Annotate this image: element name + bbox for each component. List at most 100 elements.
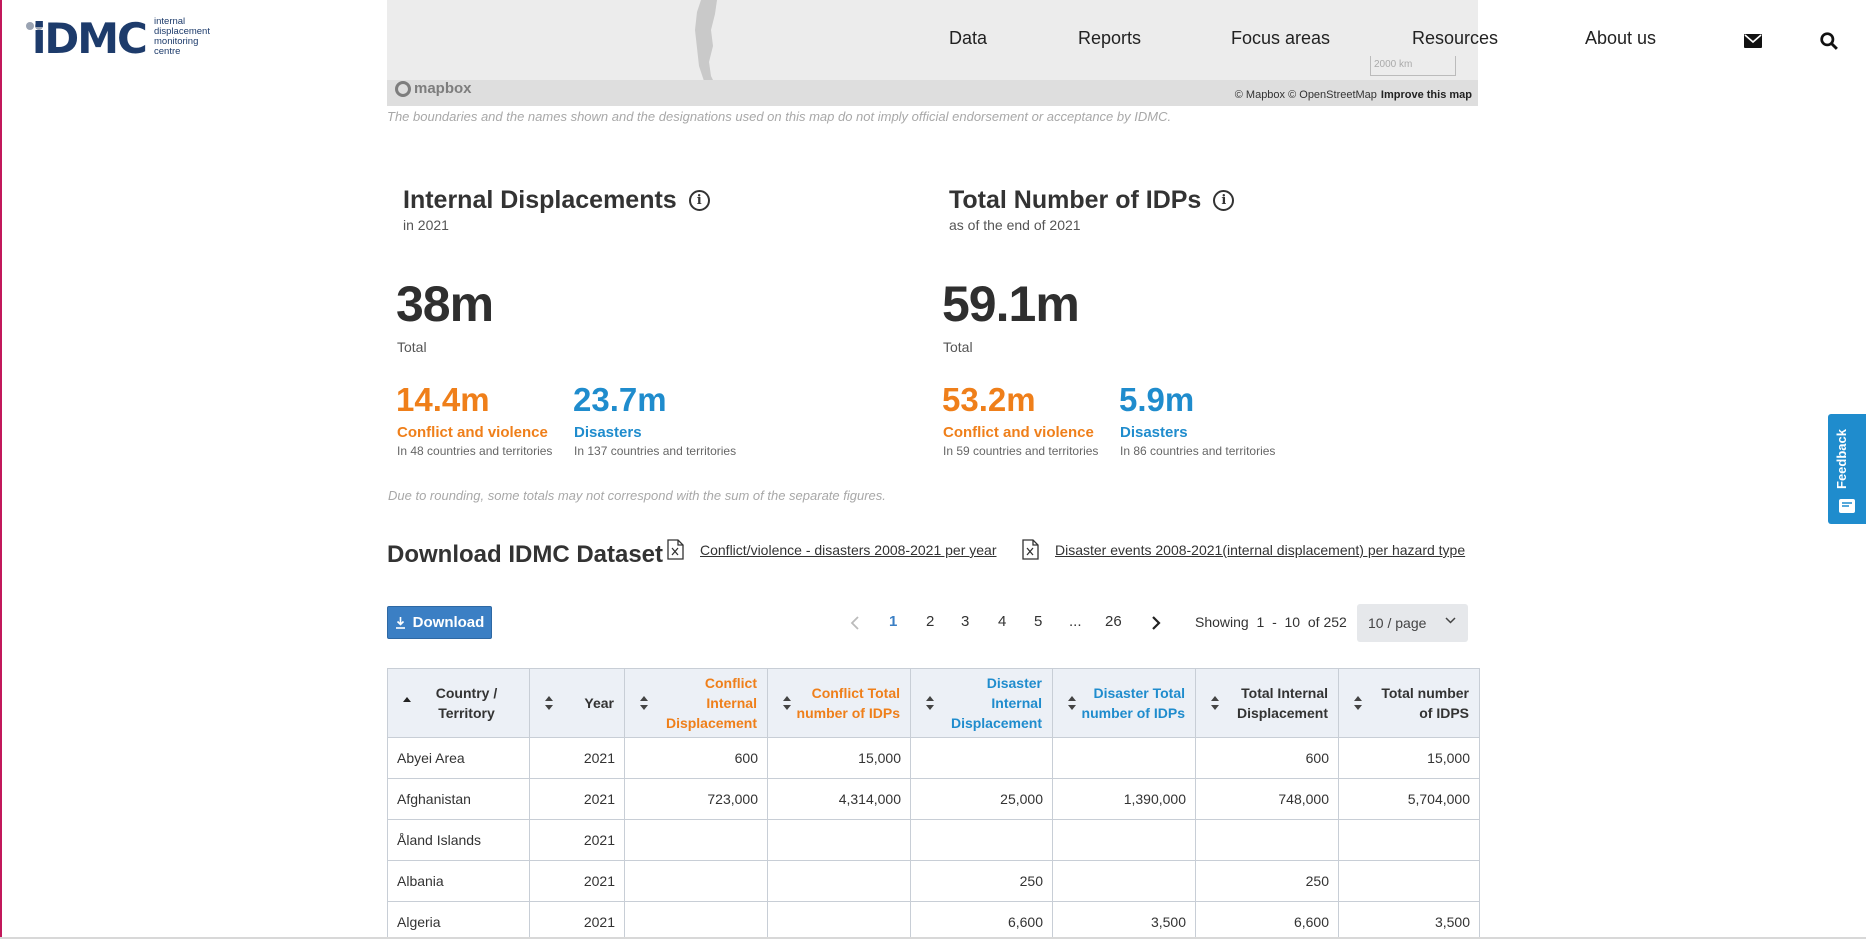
page-ellipsis[interactable]: ... [1069, 613, 1082, 630]
improve-map-link[interactable]: Improve this map [1381, 89, 1472, 101]
sort-icon [1354, 696, 1362, 710]
cell-total-idps: 15,000 [1338, 737, 1480, 779]
col-header-country[interactable]: Country / Territory [387, 668, 530, 738]
cell-conflict-internal: 600 [624, 737, 768, 779]
nav-resources[interactable]: Resources [1412, 28, 1498, 49]
cell-country: Albania [387, 860, 530, 902]
id-conflict-label: Conflict and violence [397, 424, 548, 441]
excel-file-icon [1022, 539, 1039, 560]
dataset-link-disaster-events[interactable]: Disaster events 2008-2021(internal displ… [1055, 542, 1465, 558]
feedback-tab[interactable]: Feedback [1828, 414, 1866, 524]
cell-conflict-internal [624, 901, 768, 939]
download-heading: Download IDMC Dataset [387, 541, 664, 568]
mapbox-ring-icon [395, 80, 411, 97]
internal-displacements-subtitle: in 2021 [403, 217, 449, 233]
total-idps-header: Total Number of IDPs i as of the end of … [949, 186, 1235, 233]
main-nav: Data Reports Focus areas Resources About… [0, 28, 1866, 52]
map-disclaimer: The boundaries and the names shown and t… [387, 109, 1172, 124]
cell-disaster-internal [910, 737, 1053, 779]
cell-year: 2021 [529, 901, 625, 939]
col-header-total-idps[interactable]: Total number of IDPS [1338, 668, 1480, 738]
dataset-link-conflict-disasters[interactable]: Conflict/violence - disasters 2008-2021 … [700, 542, 997, 558]
info-icon[interactable]: i [1213, 190, 1235, 211]
search-icon[interactable] [1820, 32, 1838, 50]
idps-conflict-label: Conflict and violence [943, 424, 1094, 441]
cell-disaster-internal: 6,600 [910, 901, 1053, 939]
cell-disaster-idps [1052, 737, 1196, 779]
page-size-value: 10 / page [1368, 615, 1427, 631]
cell-total-idps [1338, 860, 1480, 902]
nav-reports[interactable]: Reports [1078, 28, 1141, 49]
total-idps-total: 59.1m [942, 276, 1080, 332]
cell-total-idps: 3,500 [1338, 901, 1480, 939]
page-4[interactable]: 4 [998, 613, 1006, 630]
next-page-icon[interactable] [1148, 614, 1164, 632]
col-header-disaster-internal[interactable]: Disaster Internal Displacement [910, 668, 1053, 738]
table-row: Åland Islands 2021 [387, 819, 1480, 861]
displacement-table: Country / Territory Year Conflict Intern… [387, 668, 1480, 939]
col-header-conflict-idps[interactable]: Conflict Total number of IDPs [767, 668, 911, 738]
page-size-select[interactable]: 10 / page [1357, 604, 1468, 642]
page-2[interactable]: 2 [926, 613, 934, 630]
page-3[interactable]: 3 [961, 613, 969, 630]
download-button-label: Download [412, 614, 485, 631]
cell-total-internal [1195, 819, 1339, 861]
idps-disaster-label: Disasters [1120, 424, 1188, 441]
cell-year: 2021 [529, 860, 625, 902]
table-row: Algeria 2021 6,600 3,500 6,600 3,500 [387, 901, 1480, 939]
page-26[interactable]: 26 [1105, 613, 1122, 630]
cell-year: 2021 [529, 819, 625, 861]
info-icon[interactable]: i [688, 190, 710, 211]
cell-country: Abyei Area [387, 737, 530, 779]
idps-disaster-desc: In 86 countries and territories [1120, 444, 1276, 458]
id-conflict-desc: In 48 countries and territories [397, 444, 553, 458]
total-idps-title: Total Number of IDPs i [949, 186, 1235, 215]
idps-disaster-value: 5.9m [1119, 381, 1195, 418]
page-5[interactable]: 5 [1034, 613, 1042, 630]
mapbox-logo[interactable]: mapbox [395, 80, 472, 97]
col-header-total-internal[interactable]: Total Internal Displacement [1195, 668, 1339, 738]
chevron-down-icon [1445, 617, 1456, 624]
id-disaster-label: Disasters [574, 424, 642, 441]
nav-about-us[interactable]: About us [1585, 28, 1656, 49]
cell-disaster-idps: 3,500 [1052, 901, 1196, 939]
sort-icon [926, 696, 934, 710]
cell-total-internal: 600 [1195, 737, 1339, 779]
cell-conflict-idps [767, 860, 911, 902]
col-header-year[interactable]: Year [529, 668, 625, 738]
map-view[interactable]: 2000 km mapbox © Mapbox © OpenStreetMap I… [387, 0, 1478, 106]
col-header-conflict-internal[interactable]: Conflict Internal Displacement [624, 668, 768, 738]
cell-year: 2021 [529, 778, 625, 820]
cell-conflict-idps [767, 819, 911, 861]
envelope-icon[interactable] [1744, 32, 1762, 50]
cell-country: Afghanistan [387, 778, 530, 820]
total-idps-total-label: Total [943, 339, 973, 355]
download-icon [395, 616, 405, 629]
page-1[interactable]: 1 [889, 613, 897, 630]
internal-displacements-total: 38m [396, 276, 494, 332]
cell-conflict-internal [624, 860, 768, 902]
nav-data[interactable]: Data [949, 28, 987, 49]
cell-total-idps: 5,704,000 [1338, 778, 1480, 820]
rounding-note: Due to rounding, some totals may not cor… [388, 488, 886, 503]
cell-disaster-idps: 1,390,000 [1052, 778, 1196, 820]
nav-focus-areas[interactable]: Focus areas [1231, 28, 1330, 49]
attribution-text[interactable]: © Mapbox © OpenStreetMap [1235, 89, 1377, 101]
cell-total-internal: 250 [1195, 860, 1339, 902]
idps-conflict-value: 53.2m [942, 381, 1036, 418]
prev-page-icon[interactable] [848, 614, 864, 632]
download-button[interactable]: Download [387, 606, 492, 639]
cell-total-idps [1338, 819, 1480, 861]
sort-asc-icon [403, 697, 411, 702]
feedback-icon [1839, 499, 1855, 513]
total-idps-subtitle: as of the end of 2021 [949, 217, 1081, 233]
internal-displacements-header: Internal Displacements i in 2021 [403, 186, 710, 233]
cell-conflict-idps: 15,000 [767, 737, 911, 779]
table-row: Albania 2021 250 250 [387, 860, 1480, 902]
cell-disaster-internal: 250 [910, 860, 1053, 902]
cell-conflict-internal: 723,000 [624, 778, 768, 820]
map-attribution[interactable]: © Mapbox © OpenStreetMap Improve this map [1235, 89, 1472, 101]
cell-country: Åland Islands [387, 819, 530, 861]
cell-conflict-idps: 4,314,000 [767, 778, 911, 820]
col-header-disaster-idps[interactable]: Disaster Total number of IDPs [1052, 668, 1196, 738]
